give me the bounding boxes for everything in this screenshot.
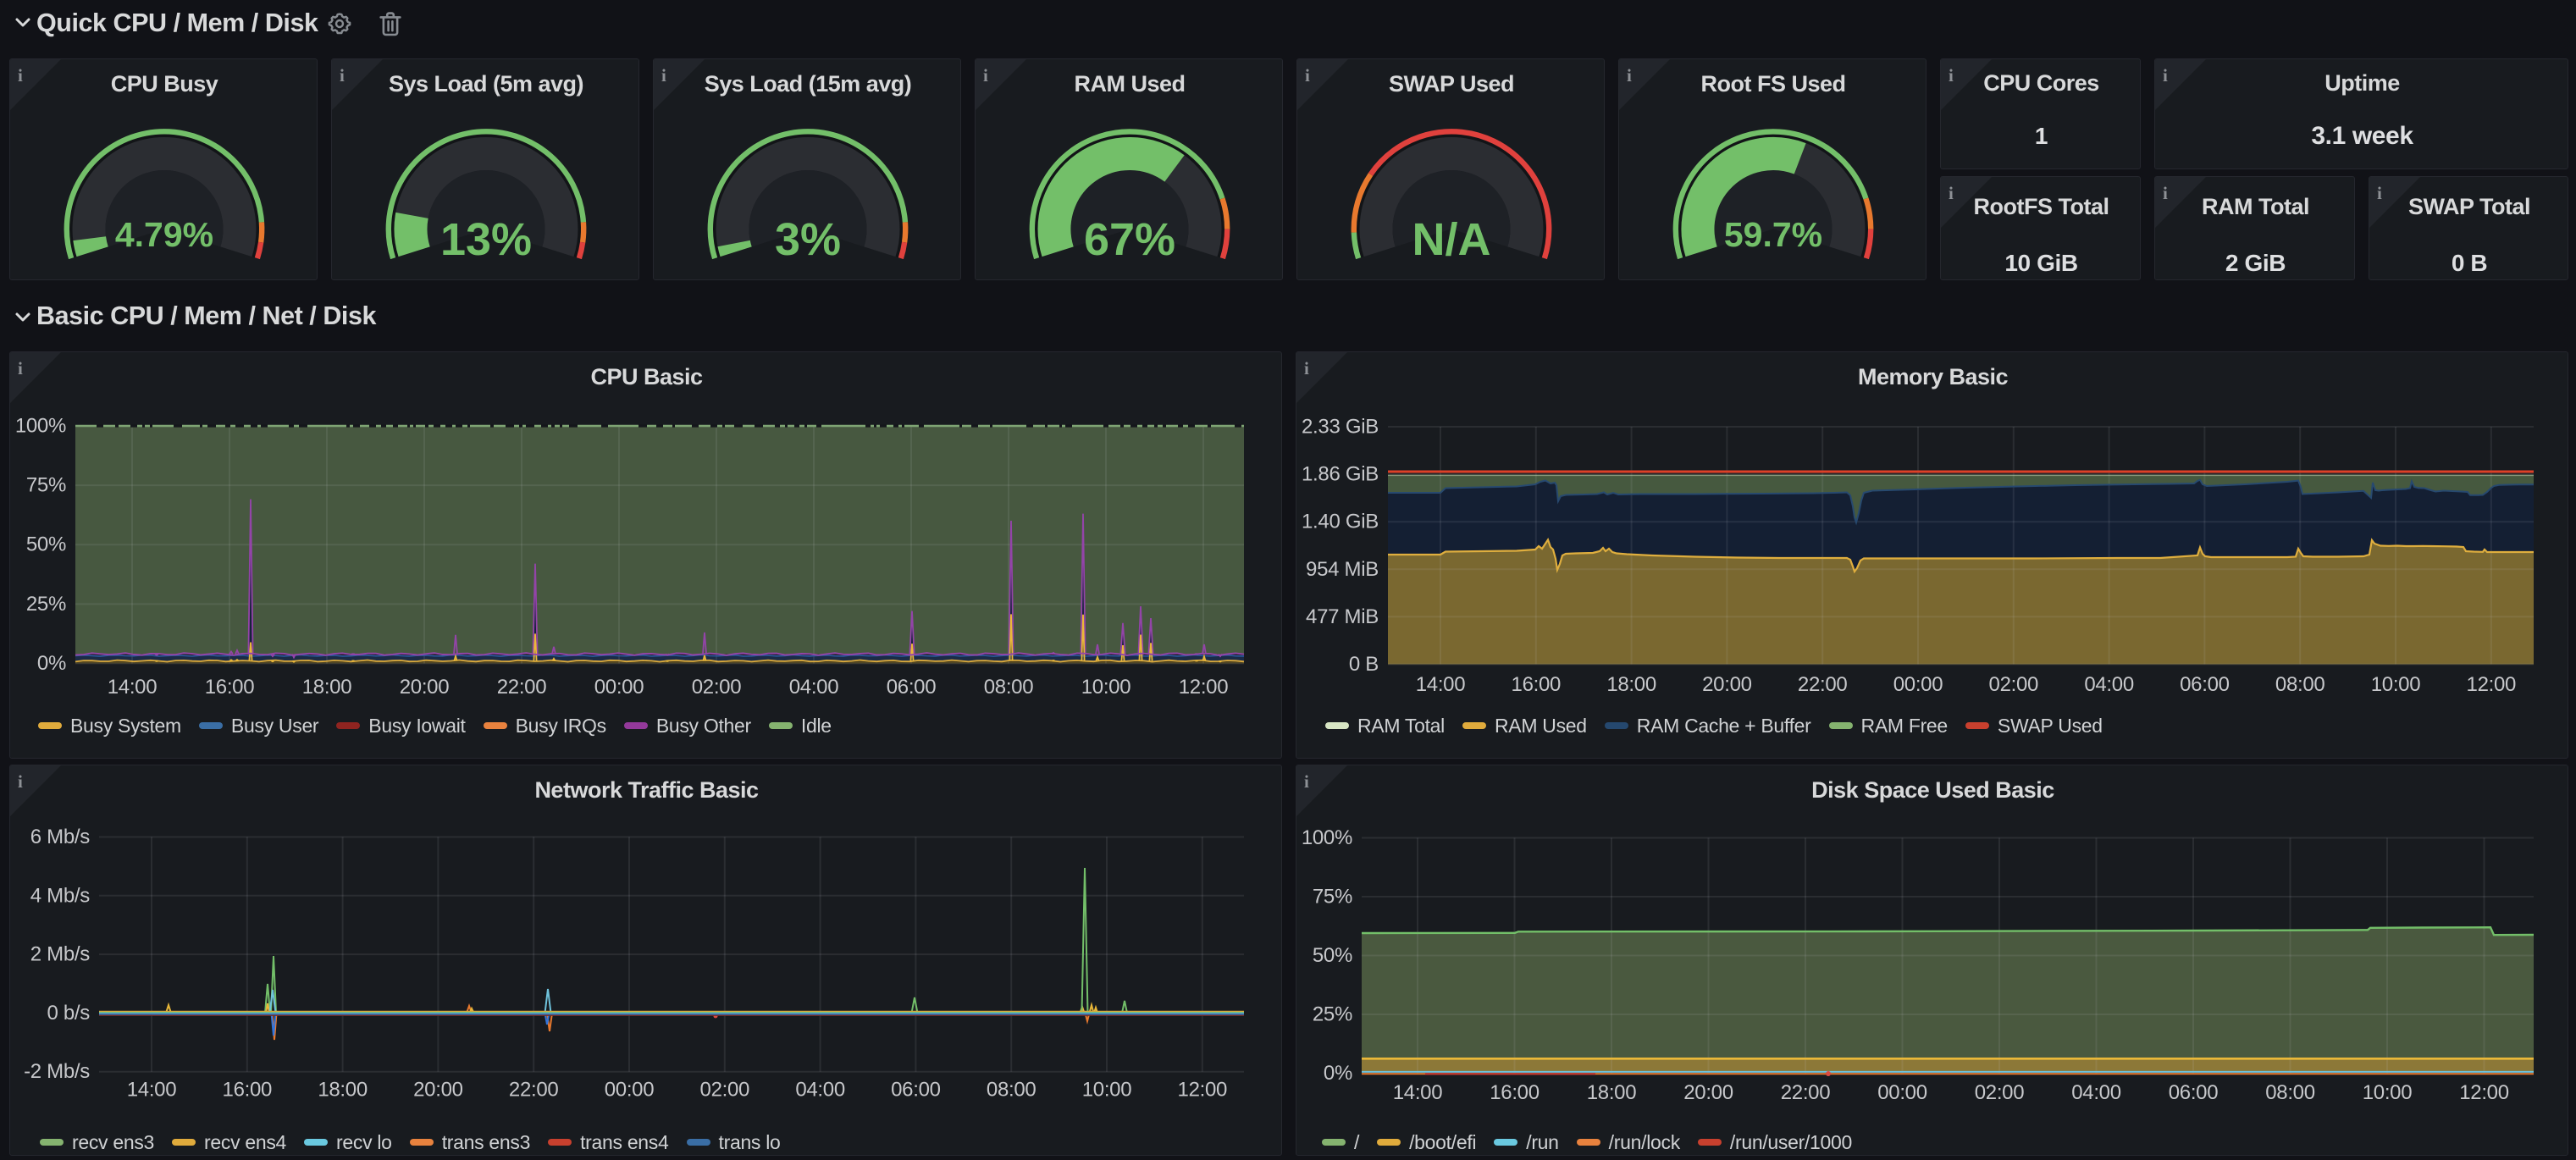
svg-text:2 Mb/s: 2 Mb/s — [30, 943, 91, 966]
svg-text:02:00: 02:00 — [700, 1079, 750, 1102]
svg-text:06:00: 06:00 — [2169, 1081, 2219, 1104]
svg-text:14:00: 14:00 — [1416, 673, 1466, 696]
svg-text:22:00: 22:00 — [497, 676, 547, 699]
svg-text:18:00: 18:00 — [1606, 673, 1656, 696]
svg-text:3%: 3% — [775, 214, 841, 265]
svg-text:12:00: 12:00 — [1179, 676, 1229, 699]
svg-text:0%: 0% — [37, 652, 66, 675]
svg-text:00:00: 00:00 — [594, 676, 644, 699]
svg-text:16:00: 16:00 — [205, 676, 255, 699]
svg-text:2.33 GiB: 2.33 GiB — [1302, 416, 1379, 439]
svg-text:50%: 50% — [26, 533, 66, 556]
svg-text:25%: 25% — [1313, 1003, 1352, 1026]
svg-text:00:00: 00:00 — [1877, 1081, 1927, 1104]
svg-text:20:00: 20:00 — [1702, 673, 1752, 696]
svg-text:16:00: 16:00 — [1512, 673, 1562, 696]
svg-text:04:00: 04:00 — [795, 1079, 845, 1102]
svg-text:10:00: 10:00 — [2363, 1081, 2413, 1104]
svg-text:13%: 13% — [440, 214, 532, 265]
svg-text:12:00: 12:00 — [2467, 673, 2517, 696]
svg-text:100%: 100% — [1302, 826, 1352, 849]
svg-text:954 MiB: 954 MiB — [1306, 558, 1379, 581]
svg-text:18:00: 18:00 — [318, 1079, 368, 1102]
svg-text:04:00: 04:00 — [789, 676, 839, 699]
svg-text:10:00: 10:00 — [1082, 1079, 1132, 1102]
svg-text:14:00: 14:00 — [1393, 1081, 1443, 1104]
svg-text:02:00: 02:00 — [692, 676, 742, 699]
svg-text:02:00: 02:00 — [1975, 1081, 2025, 1104]
svg-text:08:00: 08:00 — [987, 1079, 1036, 1102]
svg-text:4.79%: 4.79% — [115, 215, 213, 254]
svg-text:06:00: 06:00 — [2180, 673, 2230, 696]
svg-text:0%: 0% — [1324, 1062, 1352, 1085]
svg-text:100%: 100% — [15, 415, 66, 438]
svg-text:16:00: 16:00 — [1490, 1081, 1540, 1104]
svg-text:59.7%: 59.7% — [1724, 215, 1822, 254]
svg-text:18:00: 18:00 — [302, 676, 352, 699]
svg-text:75%: 75% — [1313, 886, 1352, 909]
svg-text:16:00: 16:00 — [223, 1079, 273, 1102]
svg-text:-2 Mb/s: -2 Mb/s — [24, 1060, 90, 1083]
svg-text:20:00: 20:00 — [400, 676, 450, 699]
svg-text:06:00: 06:00 — [887, 676, 937, 699]
svg-text:25%: 25% — [26, 593, 66, 616]
svg-text:04:00: 04:00 — [2084, 673, 2134, 696]
svg-text:22:00: 22:00 — [1798, 673, 1848, 696]
svg-text:1.86 GiB: 1.86 GiB — [1302, 463, 1379, 486]
svg-text:0 b/s: 0 b/s — [47, 1002, 90, 1025]
svg-text:4 Mb/s: 4 Mb/s — [30, 884, 91, 907]
svg-text:1.40 GiB: 1.40 GiB — [1302, 511, 1379, 533]
svg-text:14:00: 14:00 — [127, 1079, 177, 1102]
svg-text:08:00: 08:00 — [2275, 673, 2325, 696]
svg-text:10:00: 10:00 — [1081, 676, 1131, 699]
svg-text:00:00: 00:00 — [605, 1079, 655, 1102]
svg-text:6 Mb/s: 6 Mb/s — [30, 826, 91, 848]
svg-text:22:00: 22:00 — [1781, 1081, 1831, 1104]
svg-text:50%: 50% — [1313, 944, 1352, 967]
svg-text:22:00: 22:00 — [509, 1079, 559, 1102]
svg-text:04:00: 04:00 — [2071, 1081, 2121, 1104]
svg-text:0 B: 0 B — [1349, 653, 1379, 676]
svg-text:20:00: 20:00 — [413, 1079, 463, 1102]
svg-text:18:00: 18:00 — [1587, 1081, 1637, 1104]
svg-text:06:00: 06:00 — [891, 1079, 941, 1102]
svg-text:67%: 67% — [1084, 214, 1175, 265]
svg-text:08:00: 08:00 — [984, 676, 1034, 699]
svg-text:12:00: 12:00 — [2459, 1081, 2509, 1104]
svg-text:14:00: 14:00 — [108, 676, 158, 699]
svg-text:477 MiB: 477 MiB — [1306, 605, 1379, 628]
svg-text:10:00: 10:00 — [2371, 673, 2421, 696]
svg-text:20:00: 20:00 — [1683, 1081, 1733, 1104]
svg-text:12:00: 12:00 — [1178, 1079, 1228, 1102]
svg-text:02:00: 02:00 — [1989, 673, 2039, 696]
svg-text:N/A: N/A — [1412, 214, 1491, 265]
svg-text:08:00: 08:00 — [2265, 1081, 2315, 1104]
svg-text:00:00: 00:00 — [1893, 673, 1943, 696]
svg-text:75%: 75% — [26, 474, 66, 497]
